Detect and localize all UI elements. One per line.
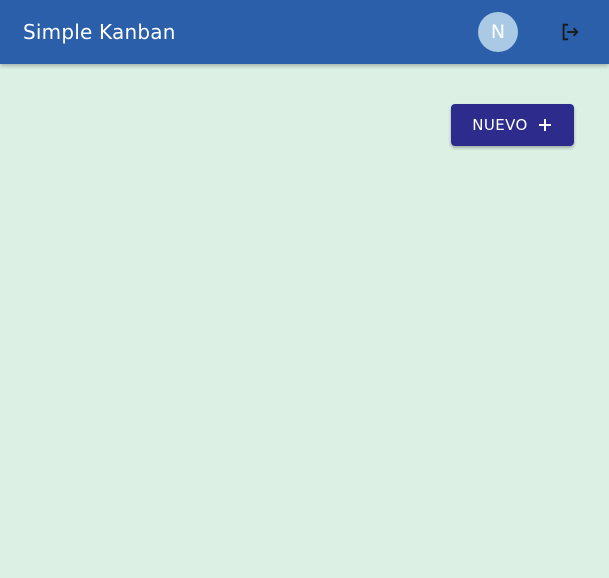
user-avatar[interactable]: N [478,12,518,52]
new-task-button[interactable]: NUEVO [451,104,574,146]
app-bar: Simple Kanban N [0,0,609,64]
plus-icon [537,117,553,133]
board-area: NUEVO [0,64,609,578]
new-button-label: NUEVO [472,116,528,134]
app-title: Simple Kanban [23,20,176,44]
logout-button[interactable] [550,12,590,52]
logout-icon [562,23,579,41]
